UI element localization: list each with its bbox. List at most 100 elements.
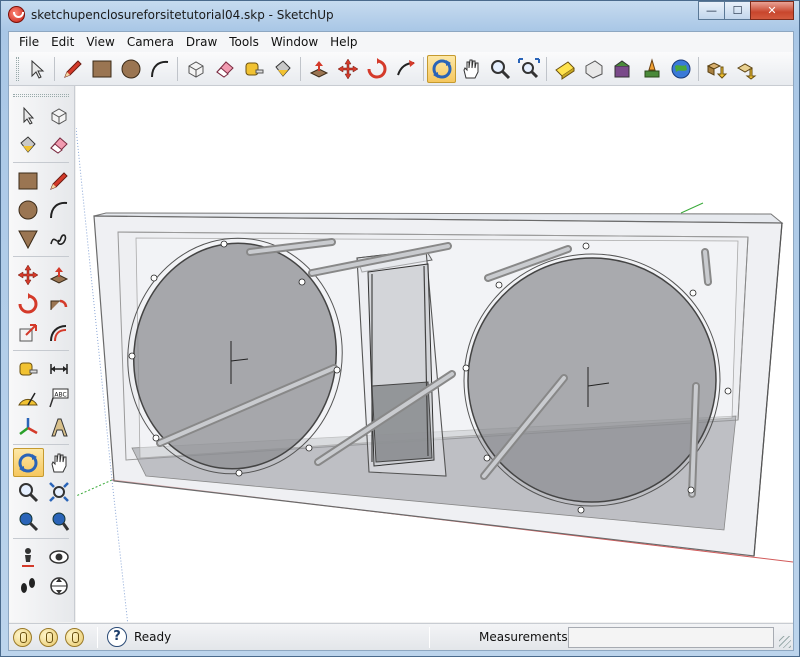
zoom-tool-button[interactable] bbox=[485, 55, 514, 83]
warehouse-button[interactable] bbox=[608, 55, 637, 83]
menu-file[interactable]: File bbox=[13, 32, 45, 52]
eraser-tool-button[interactable] bbox=[210, 55, 239, 83]
follow-me-tool-button[interactable] bbox=[44, 289, 75, 318]
circle-tool-button[interactable] bbox=[13, 195, 44, 224]
get-current-view-icon bbox=[736, 62, 756, 80]
arc-tool-button[interactable] bbox=[44, 195, 75, 224]
geo-location-icon[interactable] bbox=[13, 628, 32, 647]
menu-draw[interactable]: Draw bbox=[180, 32, 223, 52]
resize-grip[interactable] bbox=[779, 636, 791, 648]
push-pull-tool-button[interactable] bbox=[44, 260, 75, 289]
section-plane-button[interactable] bbox=[44, 571, 75, 600]
select-tool-button[interactable] bbox=[13, 101, 44, 130]
dimension-icon bbox=[50, 363, 68, 374]
drawing-viewport[interactable] bbox=[76, 86, 793, 622]
toolbar-separator bbox=[13, 538, 69, 539]
push-pull-tool-button[interactable] bbox=[304, 55, 333, 83]
position-camera-button[interactable] bbox=[13, 542, 44, 571]
text-tool-button[interactable]: ABC bbox=[44, 383, 75, 412]
help-icon[interactable]: ? bbox=[107, 627, 127, 647]
axes-tool-button[interactable] bbox=[13, 412, 44, 441]
get-current-view-button[interactable] bbox=[731, 55, 760, 83]
share-model-button[interactable] bbox=[579, 55, 608, 83]
rotate-tool-button[interactable] bbox=[13, 289, 44, 318]
sketchup-app-icon[interactable] bbox=[8, 6, 25, 23]
blue-axis-bottom-line bbox=[111, 479, 129, 622]
arc-tool-button[interactable] bbox=[145, 55, 174, 83]
maximize-button[interactable]: ☐ bbox=[724, 1, 751, 20]
rotate-tool-button[interactable] bbox=[362, 55, 391, 83]
paint-bucket-icon bbox=[20, 135, 36, 153]
zoom-extents-tool-button[interactable] bbox=[44, 506, 75, 535]
top-toolbar bbox=[9, 52, 793, 86]
move-tool-button[interactable] bbox=[13, 260, 44, 289]
menu-camera[interactable]: Camera bbox=[121, 32, 180, 52]
get-models-button[interactable] bbox=[550, 55, 579, 83]
make-component-icon bbox=[51, 107, 67, 125]
offset-tool-button[interactable] bbox=[44, 318, 75, 347]
text-label-icon: ABC bbox=[49, 388, 69, 407]
walk-button[interactable] bbox=[13, 571, 44, 600]
close-button[interactable]: ✕ bbox=[750, 1, 794, 20]
title-bar[interactable]: sketchupenclosureforsitetutorial04.skp -… bbox=[1, 1, 799, 30]
orbit-tool-button[interactable] bbox=[427, 54, 456, 83]
move-icon bbox=[337, 58, 358, 79]
paint-bucket-tool-button[interactable] bbox=[268, 55, 297, 83]
tape-measure-tool-button[interactable] bbox=[239, 55, 268, 83]
zoom-icon bbox=[19, 482, 39, 502]
pencil-tool-button[interactable] bbox=[58, 55, 87, 83]
rectangle-icon bbox=[92, 60, 111, 77]
zoom-window-tool-button[interactable] bbox=[44, 477, 75, 506]
toolbar-grip[interactable] bbox=[13, 94, 69, 97]
follow-me-tool-button[interactable] bbox=[391, 55, 420, 83]
tape-measure-tool-button[interactable] bbox=[13, 354, 44, 383]
move-tool-button[interactable] bbox=[333, 55, 362, 83]
look-around-icon bbox=[49, 549, 69, 564]
left-toolbar: ABC bbox=[9, 86, 75, 622]
menu-view[interactable]: View bbox=[80, 32, 120, 52]
orbit-tool-button[interactable] bbox=[13, 448, 44, 477]
minimize-button[interactable]: — bbox=[698, 1, 725, 20]
model-canvas[interactable] bbox=[76, 86, 793, 622]
toolbar-separator bbox=[177, 56, 178, 81]
rectangle-tool-button[interactable] bbox=[87, 55, 116, 83]
3d-text-tool-button[interactable] bbox=[44, 412, 75, 441]
axes-icon bbox=[19, 417, 38, 435]
menu-help[interactable]: Help bbox=[324, 32, 363, 52]
zoom-tool-button[interactable] bbox=[13, 477, 44, 506]
google-earth-button[interactable] bbox=[666, 55, 695, 83]
credits-icon[interactable] bbox=[39, 628, 58, 647]
zoom-extents-tool-button[interactable] bbox=[514, 55, 543, 83]
polygon-icon bbox=[18, 230, 39, 249]
rotate-icon bbox=[367, 57, 386, 78]
paint-bucket-icon bbox=[274, 59, 291, 77]
toolbar-grip[interactable] bbox=[16, 56, 19, 81]
previous-view-button[interactable] bbox=[13, 506, 44, 535]
make-component-button[interactable] bbox=[181, 55, 210, 83]
circle-tool-button[interactable] bbox=[116, 55, 145, 83]
scale-tool-button[interactable] bbox=[13, 318, 44, 347]
look-around-button[interactable] bbox=[44, 542, 75, 571]
line-tool-button[interactable] bbox=[44, 166, 75, 195]
freehand-tool-button[interactable] bbox=[44, 224, 75, 253]
push-pull-icon bbox=[309, 60, 328, 78]
components-button[interactable] bbox=[702, 55, 731, 83]
place-model-button[interactable] bbox=[637, 55, 666, 83]
protractor-tool-button[interactable] bbox=[13, 383, 44, 412]
measurements-input[interactable] bbox=[568, 627, 774, 648]
pan-tool-button[interactable] bbox=[456, 55, 485, 83]
toolbar-separator bbox=[13, 444, 69, 445]
pan-icon bbox=[462, 59, 478, 78]
select-tool-button[interactable] bbox=[22, 55, 51, 83]
menu-tools[interactable]: Tools bbox=[223, 32, 265, 52]
menu-edit[interactable]: Edit bbox=[45, 32, 80, 52]
menu-window[interactable]: Window bbox=[265, 32, 324, 52]
eraser-tool-button[interactable] bbox=[44, 130, 75, 159]
dimension-tool-button[interactable] bbox=[44, 354, 75, 383]
paint-bucket-tool-button[interactable] bbox=[13, 130, 44, 159]
pan-tool-button[interactable] bbox=[44, 448, 74, 477]
polygon-tool-button[interactable] bbox=[13, 224, 44, 253]
user-signin-icon[interactable] bbox=[65, 628, 84, 647]
make-component-button[interactable] bbox=[44, 101, 75, 130]
rectangle-tool-button[interactable] bbox=[13, 166, 44, 195]
